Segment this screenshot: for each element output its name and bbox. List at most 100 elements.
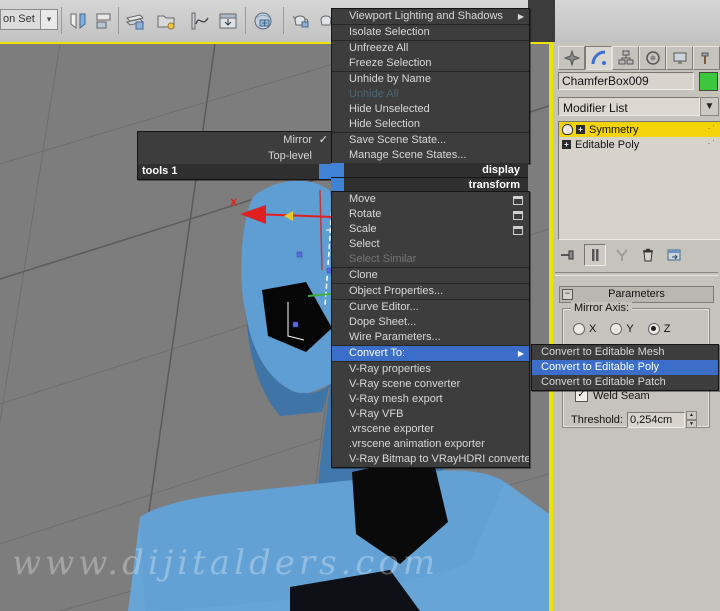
chevron-down-icon[interactable]: ▾: [40, 9, 58, 30]
radio-icon[interactable]: [573, 323, 585, 335]
menu-item-vray-vfb[interactable]: V-Ray VFB: [332, 407, 529, 422]
named-selection-set-dropdown[interactable]: on Set ▾: [0, 9, 58, 30]
modifier-list-dropdown[interactable]: Modifier List ▼: [558, 97, 719, 116]
tab-hierarchy[interactable]: [612, 46, 639, 70]
quad-menu-tools: Mirror ✓ Top-level tools 1: [137, 131, 333, 180]
mirror-axis-label: Mirror Axis:: [571, 302, 632, 314]
scene-explorer-icon[interactable]: [152, 5, 179, 36]
menu-item-hide-selection[interactable]: Hide Selection: [332, 117, 529, 132]
menu-item-viewport-lighting[interactable]: Viewport Lighting and Shadows ▶: [332, 9, 529, 24]
toolbar-separator: [61, 7, 62, 34]
menu-item-convert-editable-poly[interactable]: Convert to Editable Poly: [532, 360, 718, 375]
lightbulb-icon[interactable]: [562, 124, 573, 135]
settings-box-icon[interactable]: [513, 196, 523, 205]
menu-item-vray-bitmap-converter[interactable]: V-Ray Bitmap to VRayHDRI converter: [332, 452, 529, 467]
x-axis-label: X: [230, 197, 238, 209]
menu-item-move[interactable]: Move: [332, 192, 529, 207]
radio-label: X: [589, 323, 597, 335]
quad-corner-marker: [331, 178, 344, 192]
spinner-down-icon[interactable]: ▼: [685, 419, 697, 428]
threshold-spinner[interactable]: ▲ ▼: [685, 411, 697, 428]
spinner-up-icon[interactable]: ▲: [685, 411, 697, 420]
object-name-field[interactable]: [558, 72, 694, 90]
modifier-stack-item-editable-poly[interactable]: + Editable Poly ·˙: [559, 137, 720, 152]
chevron-down-icon[interactable]: ▼: [700, 97, 719, 116]
menu-item-vrscene-animation-exporter[interactable]: .vrscene animation exporter: [332, 437, 529, 452]
radio-icon-selected[interactable]: [647, 323, 660, 335]
modifier-label: Symmetry: [589, 123, 639, 136]
collapse-minus-icon[interactable]: −: [562, 289, 573, 300]
object-color-swatch[interactable]: [699, 72, 718, 91]
menu-item-convert-to[interactable]: Convert To: ▶: [332, 346, 529, 361]
schematic-view-icon[interactable]: [214, 5, 241, 36]
quad-title-display: display: [331, 163, 528, 178]
submenu-arrow-icon: ▶: [517, 349, 524, 358]
tab-motion[interactable]: [639, 46, 666, 70]
menu-item-vray-mesh-export[interactable]: V-Ray mesh export: [332, 392, 529, 407]
menu-item-manage-scene-states[interactable]: Manage Scene States...: [332, 148, 529, 163]
settings-box-icon[interactable]: [513, 226, 523, 235]
weld-seam-label: Weld Seam: [593, 389, 650, 402]
menu-item-clone[interactable]: Clone: [332, 268, 529, 283]
quick-align-icon[interactable]: [90, 5, 117, 36]
selection-set-value: on Set: [0, 9, 40, 30]
radio-axis-x[interactable]: X: [573, 323, 596, 335]
mirror-icon[interactable]: [64, 5, 91, 36]
curve-editor-icon[interactable]: [186, 5, 213, 36]
menu-item-unhide-by-name[interactable]: Unhide by Name: [332, 72, 529, 87]
menu-item-select[interactable]: Select: [332, 237, 529, 252]
pin-stack-icon[interactable]: [558, 245, 578, 265]
menu-item-unfreeze-all[interactable]: Unfreeze All: [332, 41, 529, 56]
layer-manager-icon[interactable]: [121, 5, 148, 36]
radio-label: Z: [663, 323, 671, 335]
menu-item-dope-sheet[interactable]: Dope Sheet...: [332, 315, 529, 330]
modifier-list-label: Modifier List: [558, 97, 700, 116]
menu-item-freeze-selection[interactable]: Freeze Selection: [332, 56, 529, 71]
threshold-field[interactable]: [626, 411, 685, 428]
toolbar-separator: [245, 7, 246, 34]
settings-box-icon[interactable]: [513, 211, 523, 220]
modifier-stack-toolbar: [558, 243, 719, 267]
remove-modifier-icon[interactable]: [638, 245, 658, 265]
stack-corner-marks: ·˙: [707, 139, 717, 148]
menu-item-isolate-selection[interactable]: Isolate Selection: [332, 25, 529, 40]
menu-item-mirror[interactable]: Mirror ✓: [138, 132, 332, 148]
tab-modify[interactable]: [585, 46, 612, 70]
quad-menu-transform: Move Rotate Scale Select Select Similar …: [331, 191, 530, 468]
render-setup-icon[interactable]: [287, 5, 314, 36]
menu-item-curve-editor[interactable]: Curve Editor...: [332, 300, 529, 315]
menu-item-object-properties[interactable]: Object Properties...: [332, 284, 529, 299]
radio-axis-y[interactable]: Y: [610, 323, 634, 335]
expand-plus-icon[interactable]: +: [562, 140, 571, 149]
menu-item-vray-properties[interactable]: V-Ray properties: [332, 362, 529, 377]
menu-item-top-level[interactable]: Top-level: [138, 148, 332, 164]
menu-item-scale[interactable]: Scale: [332, 222, 529, 237]
parameters-rollout-header[interactable]: − Parameters: [559, 286, 714, 303]
menu-item-convert-editable-patch[interactable]: Convert to Editable Patch: [532, 375, 718, 390]
modifier-stack: + Symmetry ·˙ + Editable Poly ·˙: [558, 121, 720, 240]
show-end-result-icon[interactable]: [584, 244, 606, 266]
tab-display[interactable]: [666, 46, 693, 70]
menu-item-convert-editable-mesh[interactable]: Convert to Editable Mesh: [532, 345, 718, 360]
menu-item-save-scene-state[interactable]: Save Scene State...: [332, 133, 529, 148]
menu-item-vrscene-exporter[interactable]: .vrscene exporter: [332, 422, 529, 437]
tab-create[interactable]: [558, 46, 585, 70]
toolbar-dark-button[interactable]: [528, 0, 555, 42]
material-editor-icon[interactable]: [249, 5, 276, 36]
make-unique-icon[interactable]: [612, 245, 632, 265]
menu-item-rotate[interactable]: Rotate: [332, 207, 529, 222]
rollout-title: Parameters: [608, 288, 665, 300]
menu-item-vray-scene-converter[interactable]: V-Ray scene converter: [332, 377, 529, 392]
radio-icon[interactable]: [610, 323, 623, 335]
expand-plus-icon[interactable]: +: [576, 125, 585, 134]
quad-menu-titles: display transform: [331, 163, 528, 193]
menu-item-wire-parameters[interactable]: Wire Parameters...: [332, 330, 529, 345]
menu-item-select-similar: Select Similar: [349, 253, 417, 265]
tab-utilities[interactable]: [693, 46, 720, 70]
modifier-label: Editable Poly: [575, 138, 640, 151]
radio-axis-z[interactable]: Z: [647, 323, 671, 335]
configure-modifier-sets-icon[interactable]: [664, 245, 684, 265]
menu-item-hide-unselected[interactable]: Hide Unselected: [332, 102, 529, 117]
toolbar-separator: [118, 7, 119, 34]
modifier-stack-item-symmetry[interactable]: + Symmetry ·˙: [559, 122, 720, 137]
